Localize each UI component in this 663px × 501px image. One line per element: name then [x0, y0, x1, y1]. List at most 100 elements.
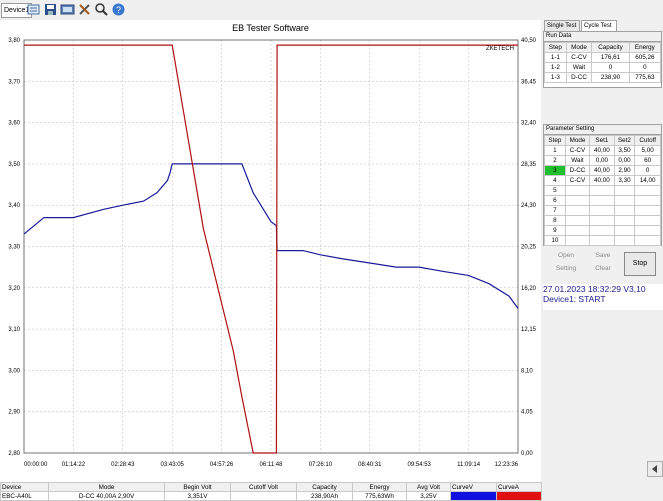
capacity-cell: 238,90Ah	[296, 491, 353, 501]
table-row[interactable]: 5	[544, 185, 661, 196]
table-row[interactable]: 8	[544, 215, 661, 226]
param-cell	[564, 215, 591, 226]
table-row[interactable]: 10	[544, 235, 661, 246]
param-header-cutoff: Cutoff	[634, 135, 661, 146]
monitor-icon[interactable]	[60, 2, 75, 17]
param-cell: 6	[544, 195, 566, 206]
param-cell: C-CV	[564, 175, 591, 186]
toolbar: Device1 ?	[0, 0, 663, 21]
param-cell: 1	[544, 145, 566, 156]
param-cell: 40,00	[589, 165, 615, 176]
table-row[interactable]: 1-3 D-CC 238,90 775,63	[544, 72, 662, 83]
param-cell	[613, 235, 636, 246]
param-cell: 4	[544, 175, 566, 186]
param-cell: 7	[544, 205, 566, 216]
right-axis-tick-label: 36,45	[521, 79, 537, 85]
param-cell: 3,50	[613, 145, 636, 156]
param-cell: 40,00	[589, 175, 615, 186]
right-axis-tick-label: 40,50	[521, 38, 537, 44]
run-data-title: Run Data	[544, 32, 661, 42]
x-axis-tick-label: 11:09:14	[457, 462, 481, 468]
right-axis-tick-label: 0,00	[521, 451, 533, 457]
left-axis-tick-label: 3,30	[8, 245, 20, 251]
device-cell: EBC-A40L	[0, 491, 49, 501]
right-panel: Single Test Cycle Test Run Data Step Mod…	[541, 20, 663, 482]
chart-svg: 3,80 3,70 3,60 3,50 3,40 3,30 3,20 3,10 3,00 2,90…	[8, 38, 537, 468]
run-cell: Wait	[565, 62, 593, 73]
left-axis-tick-label: 3,70	[8, 79, 20, 85]
table-row[interactable]: EBC-A40L D-CC 40,00A 2,90V 3,351V 238,90…	[0, 491, 542, 501]
run-data-table: Step Mode Capacity Energy 1-1 C-CV 176,6…	[544, 42, 662, 83]
param-header-step: Step	[544, 135, 566, 146]
left-axis-tick-label: 3,80	[8, 38, 20, 44]
save-button[interactable]: Save	[586, 250, 620, 261]
run-cell: 176,61	[591, 52, 630, 63]
table-row[interactable]: 1-2 Wait 0 0	[544, 62, 662, 73]
param-cell	[613, 185, 636, 196]
run-cell: 605,26	[628, 52, 662, 63]
run-cell: 1-1	[544, 52, 567, 63]
run-cell: 775,63	[628, 72, 662, 83]
table-row[interactable]: 4 C-CV 40,00 3,30 14,00	[544, 175, 661, 186]
table-row[interactable]: 1 C-CV 40,00 3,50 5,00	[544, 145, 661, 156]
run-data-group: Run Data Step Mode Capacity Energy 1-1 C…	[543, 31, 662, 88]
param-cell	[564, 185, 591, 196]
status-box: 27.01.2023 18:32:29 V3,10 Device1: START	[543, 284, 663, 310]
curve-v-swatch[interactable]	[450, 491, 497, 501]
param-cell	[634, 215, 661, 226]
col-mode: Mode	[48, 482, 165, 492]
save-icon[interactable]	[43, 2, 58, 17]
param-cell	[589, 225, 615, 236]
device-status-table: Device Mode Begin Volt Cutoff Volt Capac…	[0, 482, 542, 501]
svg-text:?: ?	[116, 5, 121, 15]
x-axis-tick-label: 06:11:48	[260, 462, 284, 468]
param-cell: 5	[544, 185, 566, 196]
param-cell: D-CC	[564, 165, 591, 176]
table-row[interactable]: 6	[544, 195, 661, 206]
col-curve-v: CurveV	[450, 482, 497, 492]
param-cell: Wait	[564, 155, 591, 166]
avg-volt-cell: 3,25V	[406, 491, 451, 501]
setting-button[interactable]: Setting	[549, 263, 583, 274]
table-row[interactable]: 9	[544, 225, 661, 236]
param-cell	[589, 235, 615, 246]
table-row[interactable]: 1-1 C-CV 176,61 605,26	[544, 52, 662, 63]
param-header-set1: Set1	[589, 135, 615, 146]
open-button[interactable]: Open	[549, 250, 583, 261]
parameter-table: Step Mode Set1 Set2 Cutoff 1 C-CV 40,00 3,5…	[544, 135, 661, 246]
x-axis-tick-label: 03:43:05	[161, 462, 185, 468]
left-axis-tick-label: 3,10	[8, 327, 20, 333]
right-axis-tick-label: 24,30	[521, 203, 537, 209]
table-row[interactable]: 2 Wait 0,00 0,00 60	[544, 155, 661, 166]
stop-button[interactable]: Stop	[624, 252, 656, 276]
tools-icon[interactable]	[77, 2, 92, 17]
device-list-icon[interactable]	[26, 2, 41, 17]
param-cell: 3	[544, 165, 566, 176]
table-row[interactable]: 7	[544, 205, 661, 216]
param-cell	[613, 195, 636, 206]
col-capacity: Capacity	[296, 482, 353, 492]
param-cell: 2	[544, 155, 566, 166]
col-cutoff-volt: Cutoff Volt	[230, 482, 297, 492]
curve-a-swatch[interactable]	[496, 491, 542, 501]
col-avg-volt: Avg Volt	[406, 482, 451, 492]
param-cell	[634, 195, 661, 206]
right-axis-tick-label: 32,40	[521, 121, 537, 127]
x-axis-tick-label: 07:26:10	[309, 462, 333, 468]
scroll-left-arrow[interactable]	[647, 461, 663, 477]
clear-button[interactable]: Clear	[586, 263, 620, 274]
param-cell: 60	[634, 155, 661, 166]
x-axis-tick-label: 12:23:36	[495, 462, 519, 468]
search-icon[interactable]	[94, 2, 109, 17]
param-cell	[634, 185, 661, 196]
col-curve-a: CurveA	[496, 482, 542, 492]
table-row[interactable]: 3 D-CC 40,00 2,90 0	[544, 165, 661, 176]
run-cell: 1-3	[544, 72, 567, 83]
chart-panel: EB Tester Software 3,80 3,70 3,60 3,50 3,40 3…	[0, 20, 541, 482]
param-cell	[613, 215, 636, 226]
param-cell	[589, 215, 615, 226]
param-cell	[564, 235, 591, 246]
help-icon[interactable]: ?	[111, 2, 126, 17]
param-cell	[589, 195, 615, 206]
param-cell	[564, 225, 591, 236]
